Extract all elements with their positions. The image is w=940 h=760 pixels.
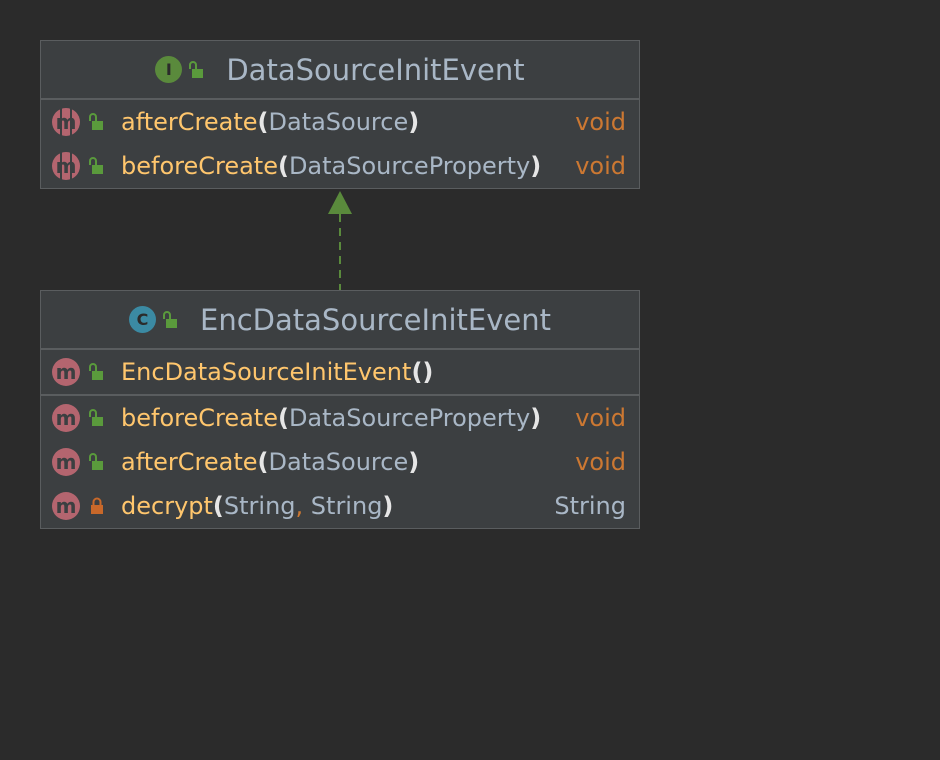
close-paren: ) <box>530 152 542 180</box>
method-row-aftercreate[interactable]: m afterCreate(DataSource) void <box>41 100 639 144</box>
method-param: String <box>223 492 296 520</box>
method-name: beforeCreate <box>121 404 278 432</box>
open-paren: ( <box>212 492 224 520</box>
method-icon: m <box>52 492 80 520</box>
public-unlock-icon <box>89 453 103 470</box>
open-paren: ( <box>277 404 289 432</box>
abstract-method-icon: m <box>52 108 80 136</box>
interface-name: DataSourceInitEvent <box>226 52 525 87</box>
method-param: DataSourceProperty <box>288 152 531 180</box>
method-param: DataSourceProperty <box>288 404 531 432</box>
abstract-method-icon: m <box>52 152 80 180</box>
public-unlock-icon <box>163 310 178 328</box>
public-unlock-icon <box>89 409 103 426</box>
return-type: void <box>575 404 626 432</box>
open-paren: ( <box>411 358 423 386</box>
class-header: C EncDataSourceInitEvent <box>41 291 639 350</box>
method-name: afterCreate <box>121 448 258 476</box>
method-icon: m <box>52 448 80 476</box>
open-paren: ( <box>277 152 289 180</box>
close-paren: ) <box>408 108 420 136</box>
method-signature: afterCreate(DataSource) <box>121 448 419 476</box>
close-paren: ) <box>408 448 420 476</box>
return-type: void <box>575 152 626 180</box>
private-lock-icon <box>91 497 103 514</box>
class-box-encdatasourceinitevent[interactable]: C EncDataSourceInitEvent m EncDataSource… <box>40 290 640 529</box>
public-unlock-icon <box>89 113 103 130</box>
method-name: decrypt <box>121 492 213 520</box>
method-name: afterCreate <box>121 108 258 136</box>
constructor-signature: EncDataSourceInitEvent() <box>121 358 433 386</box>
method-row-aftercreate[interactable]: m afterCreate(DataSource) void <box>41 440 639 484</box>
param-comma: , <box>295 492 304 520</box>
method-row-decrypt[interactable]: m decrypt(String, String) String <box>41 484 639 528</box>
method-icon: m <box>52 358 80 386</box>
method-row-beforecreate[interactable]: m beforeCreate(DataSourceProperty) void <box>41 144 639 188</box>
public-unlock-icon <box>189 60 204 78</box>
return-type: void <box>575 108 626 136</box>
open-paren: ( <box>257 108 269 136</box>
method-signature: beforeCreate(DataSourceProperty) <box>121 404 541 432</box>
open-paren: ( <box>257 448 269 476</box>
close-paren: ) <box>422 358 434 386</box>
close-paren: ) <box>382 492 394 520</box>
class-name: EncDataSourceInitEvent <box>200 302 551 337</box>
constructor-name: EncDataSourceInitEvent <box>121 358 412 386</box>
interface-icon: I <box>155 56 183 83</box>
return-type: String <box>554 492 626 520</box>
method-icon: m <box>52 404 80 432</box>
implements-arrowhead-icon <box>328 191 352 214</box>
constructor-row[interactable]: m EncDataSourceInitEvent() <box>41 350 639 394</box>
method-signature: decrypt(String, String) <box>121 492 393 520</box>
method-param: String <box>310 492 383 520</box>
interface-header: I DataSourceInitEvent <box>41 41 639 100</box>
public-unlock-icon <box>89 363 103 380</box>
interface-box-datasourceinitevent[interactable]: I DataSourceInitEvent m afterCreate(Data… <box>40 40 640 189</box>
method-name: beforeCreate <box>121 152 278 180</box>
method-signature: beforeCreate(DataSourceProperty) <box>121 152 541 180</box>
method-param <box>303 492 311 520</box>
method-row-beforecreate[interactable]: m beforeCreate(DataSourceProperty) void <box>41 396 639 440</box>
class-icon: C <box>129 306 157 333</box>
public-unlock-icon <box>89 157 103 174</box>
close-paren: ) <box>530 404 542 432</box>
return-type: void <box>575 448 626 476</box>
method-param: DataSource <box>268 448 409 476</box>
method-signature: afterCreate(DataSource) <box>121 108 419 136</box>
method-param: DataSource <box>268 108 409 136</box>
